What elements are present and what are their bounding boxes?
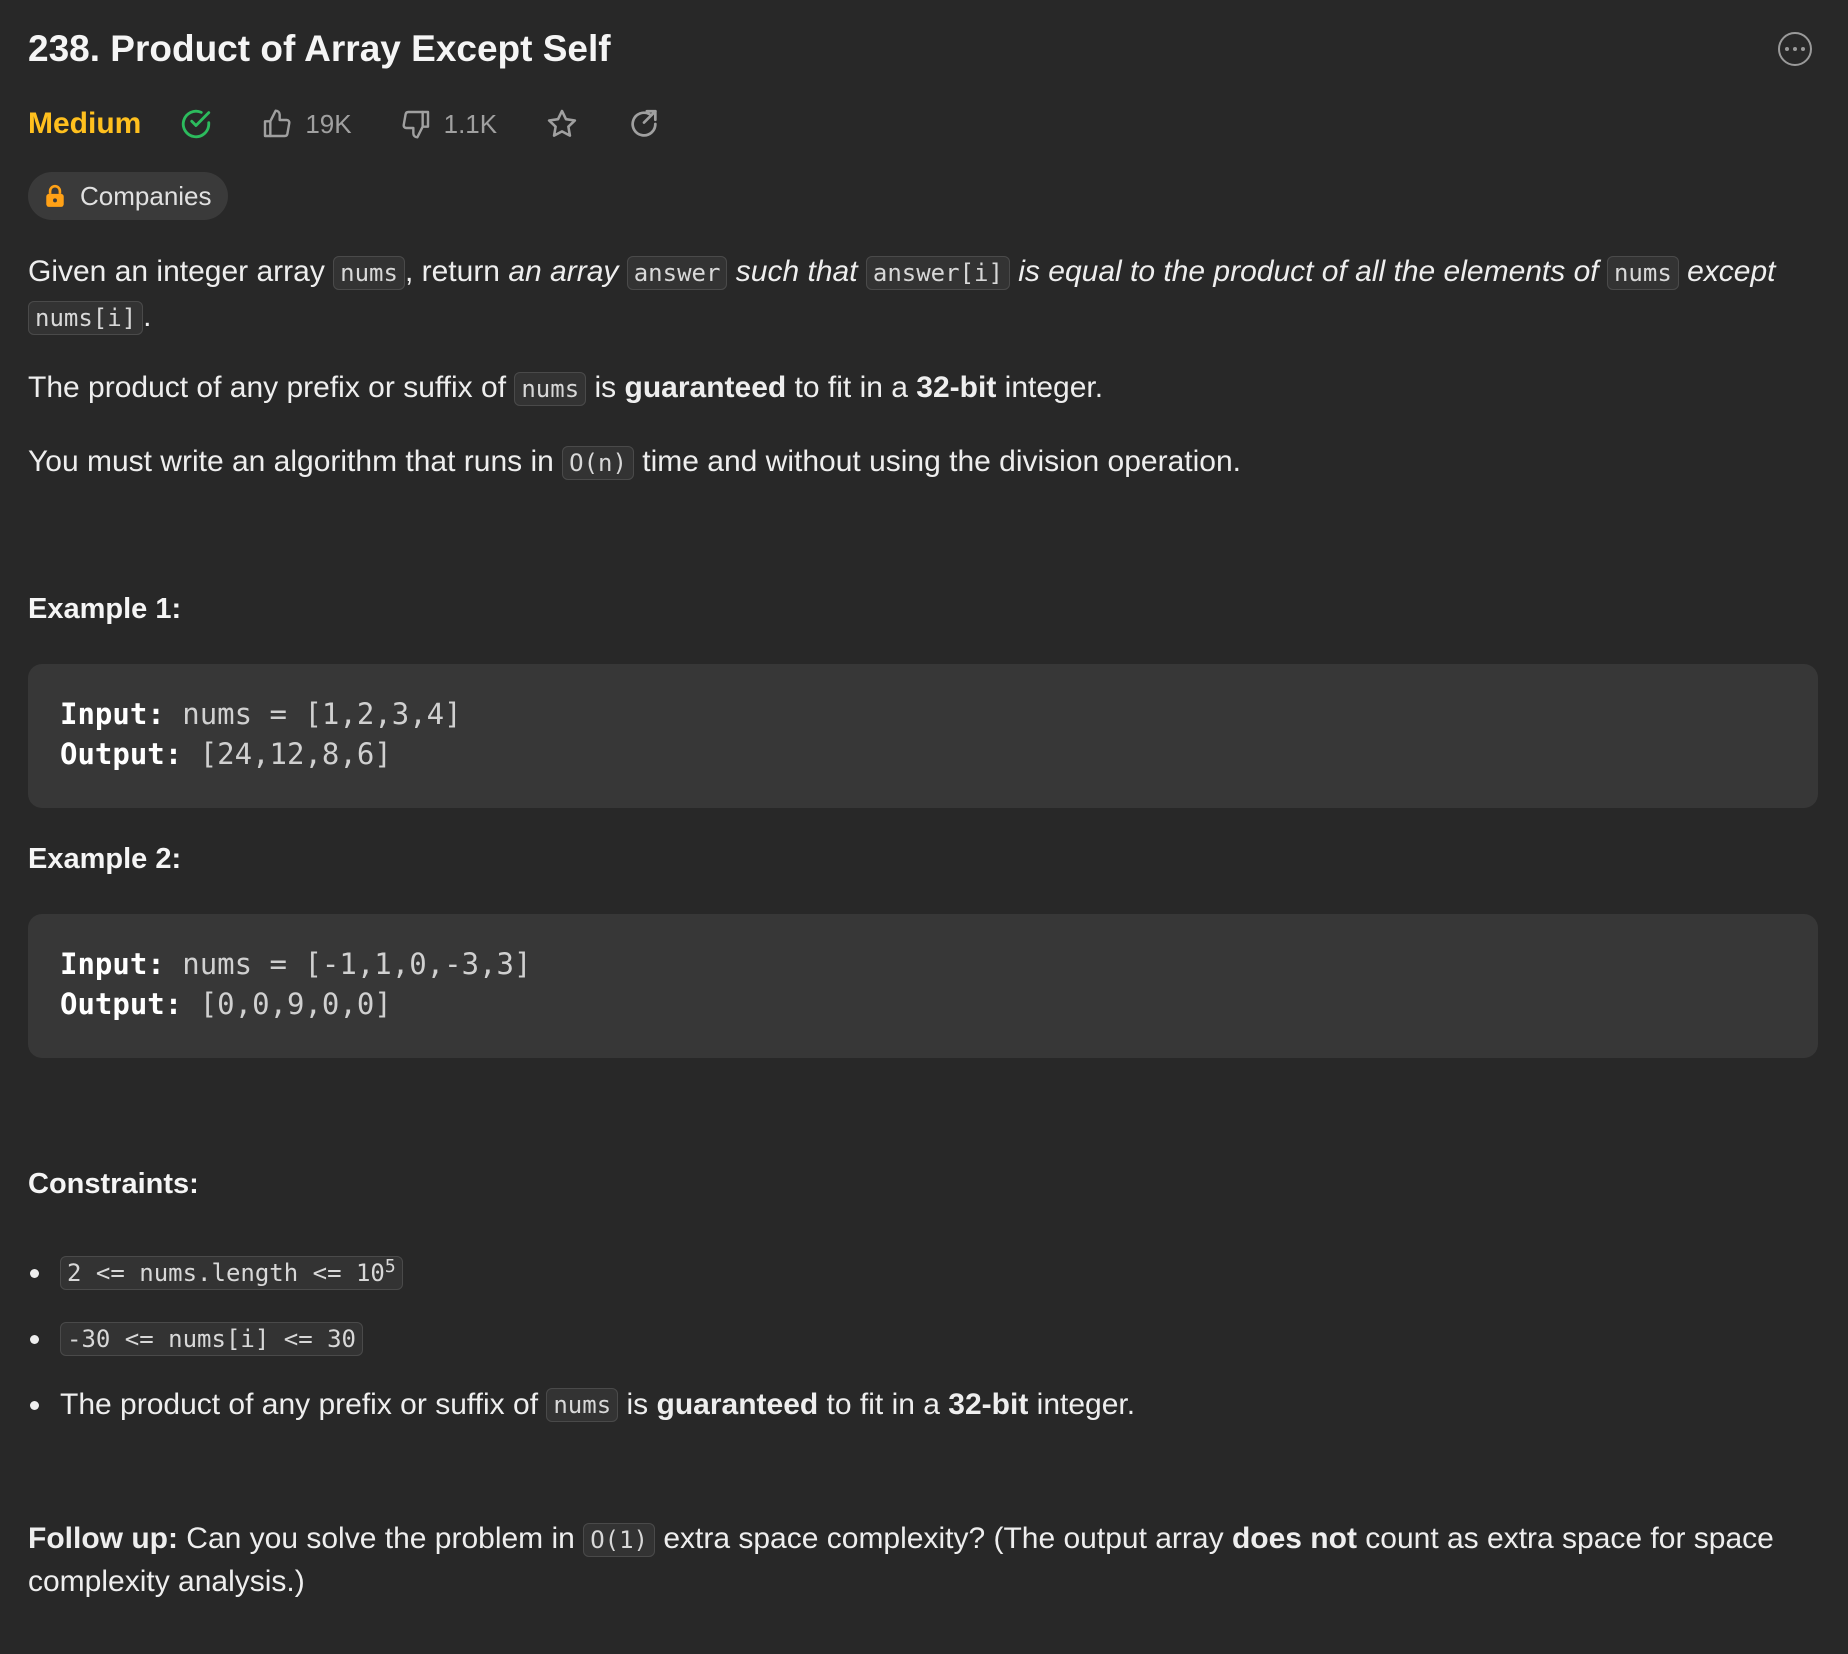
example-2-box: Input: nums = [-1,1,0,-3,3] Output: [0,0… [28,914,1818,1058]
description-paragraph-1: Given an integer array nums, return an a… [28,255,1776,335]
inline-code: O(n) [562,446,634,480]
description-paragraph-3: You must write an algorithm that runs in… [28,445,1241,480]
constraint-item: -30 <= nums[i] <= 30 [29,1306,1135,1372]
example-1-output: Output: [24,12,8,6] [60,737,392,771]
problem-title[interactable]: 238. Product of Array Except Self [28,28,611,70]
inline-code: answer [626,256,728,290]
more-options-icon[interactable] [1778,32,1812,66]
companies-label: Companies [80,180,212,211]
inline-code: nums[i] [28,301,144,335]
constraints-title: Constraints: [28,1168,199,1200]
difficulty-badge: Medium [28,107,142,140]
favorite-star-icon[interactable] [545,107,579,141]
inline-code: nums [514,372,587,406]
follow-up: Follow up: Can you solve the problem in … [28,1522,1774,1598]
problem-description-panel: 238. Product of Array Except Self Medium… [0,0,1848,1654]
inline-code: 2 <= nums.length <= 105 [60,1256,403,1290]
example-1-input: Input: nums = [1,2,3,4] [60,697,462,731]
lock-icon [46,184,64,207]
solved-check-icon [179,107,213,141]
dislike-button[interactable]: 1.1K [400,108,498,140]
inline-code: answer[i] [865,256,1010,290]
inline-code: nums [333,256,405,290]
inline-code: nums [1606,256,1679,290]
example-1-title: Example 1: [28,593,182,625]
companies-button[interactable]: Companies [28,172,228,220]
thumbs-down-icon [402,110,429,139]
dislike-count: 1.1K [443,108,498,139]
constraint-item: 2 <= nums.length <= 105 [29,1240,1135,1306]
title-row: 238. Product of Array Except Self [28,24,1818,74]
example-2-output: Output: [0,0,9,0,0] [60,987,392,1021]
example-2-title: Example 2: [28,843,182,875]
inline-code: -30 <= nums[i] <= 30 [60,1322,363,1356]
inline-code: O(1) [583,1523,655,1557]
like-button[interactable]: 19K [261,108,352,140]
example-2-input: Input: nums = [-1,1,0,-3,3] [60,947,532,981]
like-count: 19K [305,108,352,139]
constraints-list: 2 <= nums.length <= 105 -30 <= nums[i] <… [28,1240,1135,1438]
share-icon[interactable] [627,107,661,141]
constraint-item: The product of any prefix or suffix of n… [29,1372,1135,1438]
thumbs-up-icon [264,109,291,138]
inline-code: nums [546,1388,619,1422]
meta-row: Medium 19K 1.1K [28,100,709,148]
example-1-box: Input: nums = [1,2,3,4] Output: [24,12,8… [28,664,1818,808]
description-paragraph-2: The product of any prefix or suffix of n… [28,371,1104,406]
